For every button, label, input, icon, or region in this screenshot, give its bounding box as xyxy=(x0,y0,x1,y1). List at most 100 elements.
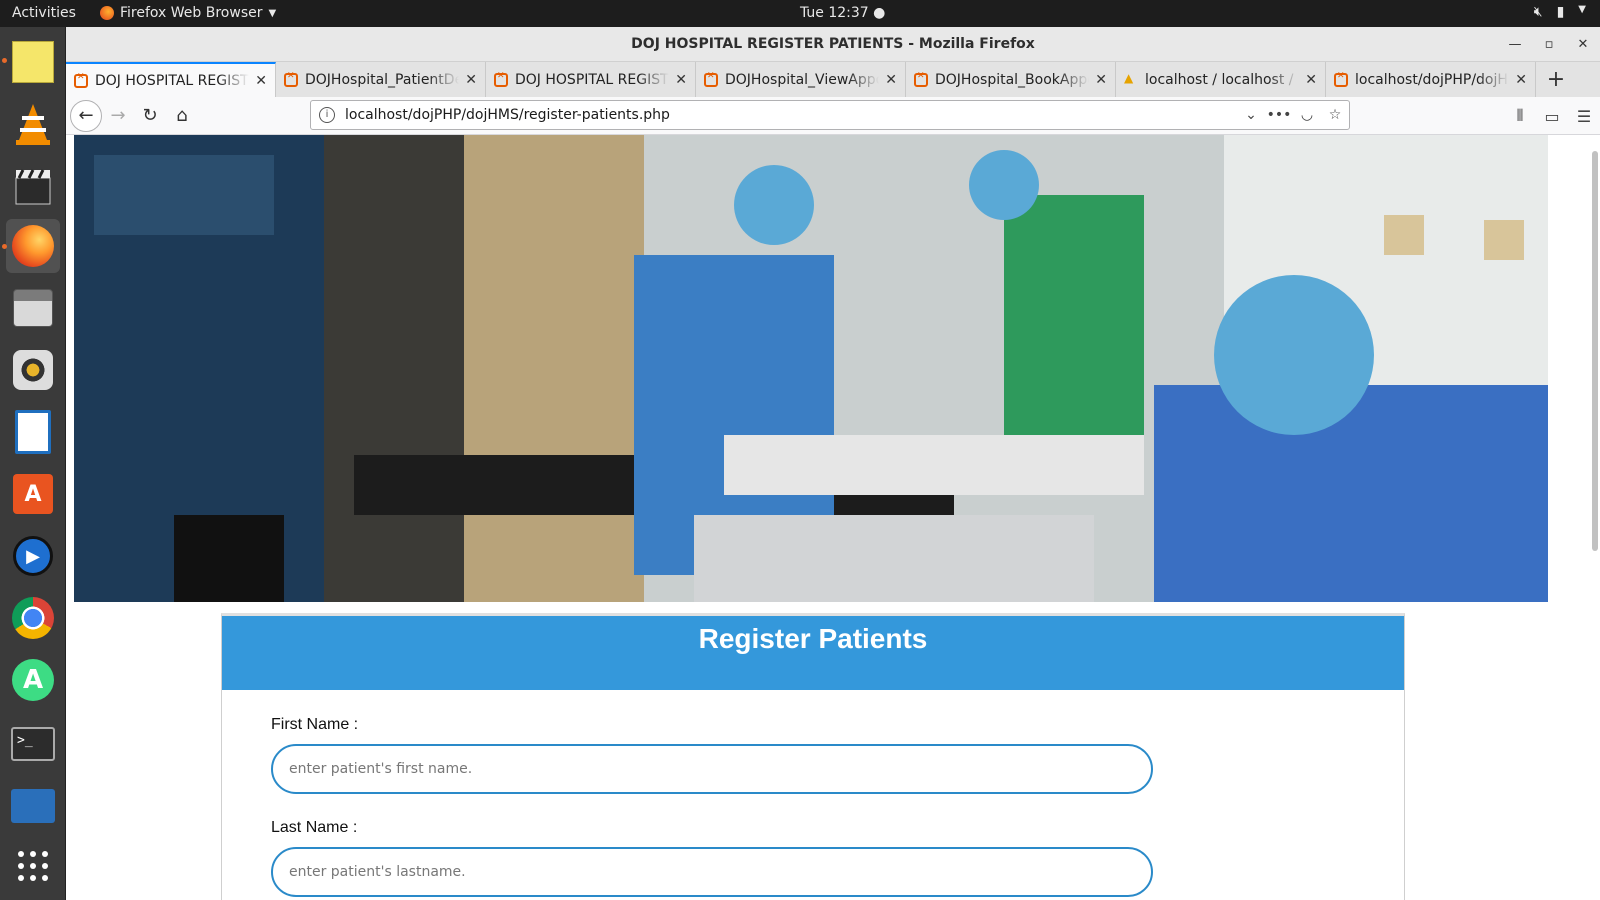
navigation-toolbar: ← → ↻ ⌂ i localhost/dojPHP/dojHMS/regist… xyxy=(66,97,1600,135)
xampp-icon xyxy=(494,71,508,87)
speaker-icon xyxy=(13,350,53,390)
close-tab-icon[interactable]: ✕ xyxy=(1095,72,1107,88)
dock-video-player[interactable]: ▶ xyxy=(6,529,60,583)
close-tab-icon[interactable]: ✕ xyxy=(885,72,897,88)
first-name-input[interactable] xyxy=(271,744,1153,794)
chrome-icon xyxy=(12,597,54,639)
page-actions-icon[interactable]: ••• xyxy=(1265,107,1293,123)
sticky-notes-icon xyxy=(12,41,54,83)
maximize-button[interactable]: ▫ xyxy=(1532,27,1566,62)
tab-label: localhost/dojPHP/dojHMS xyxy=(1355,71,1509,88)
close-window-button[interactable]: ✕ xyxy=(1566,27,1600,62)
dock-software-center[interactable]: A xyxy=(6,467,60,521)
running-indicator xyxy=(2,58,7,63)
system-monitor-icon xyxy=(11,789,55,823)
close-tab-icon[interactable]: ✕ xyxy=(465,72,477,88)
forward-button[interactable]: → xyxy=(102,100,134,132)
minimize-button[interactable]: — xyxy=(1498,27,1532,62)
dock-system-monitor[interactable] xyxy=(6,779,60,833)
tab-view-appointments[interactable]: DOJHospital_ViewAppointments ✕ xyxy=(696,62,906,97)
system-top-bar: Activities Firefox Web Browser ▼ Tue 12:… xyxy=(0,0,1600,27)
vlc-cone-icon xyxy=(16,104,50,145)
activities-button[interactable]: Activities xyxy=(12,5,76,21)
app-menu[interactable]: Firefox Web Browser ▼ xyxy=(100,5,276,21)
back-button[interactable]: ← xyxy=(70,99,102,132)
register-patients-form: Register Patients First Name : Last Name… xyxy=(221,613,1405,900)
tab-register-patients-2[interactable]: DOJ HOSPITAL REGISTER PATIENTS ✕ xyxy=(486,62,696,97)
sidebar-icon[interactable]: ▭ xyxy=(1536,100,1568,132)
form-title: Register Patients xyxy=(698,623,928,654)
application-dock: A ▶ A >_ xyxy=(0,27,66,900)
close-tab-icon[interactable]: ✕ xyxy=(1305,72,1317,88)
phpmyadmin-icon xyxy=(1124,71,1138,87)
firefox-window: DOJ HOSPITAL REGISTER PATIENTS - Mozilla… xyxy=(66,27,1600,900)
new-tab-button[interactable]: + xyxy=(1536,62,1576,97)
close-tab-icon[interactable]: ✕ xyxy=(675,72,687,88)
clock-text: Tue 12:37 xyxy=(800,5,869,21)
hero-image xyxy=(74,135,1548,602)
clock[interactable]: Tue 12:37 ● xyxy=(800,5,885,21)
dock-libreoffice-writer[interactable] xyxy=(6,405,60,459)
running-indicator xyxy=(2,244,7,249)
dock-vlc[interactable] xyxy=(6,97,60,151)
tab-label: DOJ HOSPITAL REGISTER PATIENTS xyxy=(515,71,669,88)
tab-label: DOJHospital_PatientDetails xyxy=(305,71,460,88)
xampp-icon xyxy=(1334,71,1348,87)
app-menu-label: Firefox Web Browser xyxy=(120,5,263,21)
system-tray[interactable]: 🔇︎ ▮ ▼ xyxy=(1534,4,1586,20)
dock-terminal[interactable]: >_ xyxy=(6,717,60,771)
xampp-icon xyxy=(74,72,88,88)
url-bar[interactable]: i localhost/dojPHP/dojHMS/register-patie… xyxy=(310,100,1350,130)
chevron-down-icon[interactable]: ⌄ xyxy=(1237,107,1265,123)
tab-book-appointment[interactable]: DOJHospital_BookAppointment ✕ xyxy=(906,62,1116,97)
tab-label: DOJHospital_BookAppointment xyxy=(935,71,1089,88)
caret-down-icon: ▼ xyxy=(268,7,277,19)
document-icon xyxy=(15,410,51,454)
window-controls: — ▫ ✕ xyxy=(1498,27,1600,62)
clapperboard-icon xyxy=(15,169,51,205)
home-icon: ⌂ xyxy=(176,105,188,126)
dock-rhythmbox[interactable] xyxy=(6,343,60,397)
page-content[interactable]: Register Patients First Name : Last Name… xyxy=(66,135,1600,900)
page-scrollbar[interactable] xyxy=(1592,151,1598,551)
firefox-icon xyxy=(100,6,114,20)
tab-dojhms[interactable]: localhost/dojPHP/dojHMS ✕ xyxy=(1326,62,1536,97)
home-button[interactable]: ⌂ xyxy=(166,100,198,132)
dock-android-studio[interactable]: A xyxy=(6,653,60,707)
dock-chrome[interactable] xyxy=(6,591,60,645)
reload-button[interactable]: ↻ xyxy=(134,100,166,132)
dock-notes[interactable] xyxy=(6,35,60,89)
form-header: Register Patients xyxy=(222,616,1404,690)
xampp-icon xyxy=(284,71,298,87)
last-name-input[interactable] xyxy=(271,847,1153,897)
tab-label: localhost / localhost / hms xyxy=(1145,71,1299,88)
operating-room-photo xyxy=(74,135,1548,602)
pocket-icon[interactable]: ◡ xyxy=(1293,107,1321,123)
battery-icon: ▮ xyxy=(1556,4,1565,20)
dock-files[interactable] xyxy=(6,281,60,335)
hamburger-menu-icon[interactable]: ☰ xyxy=(1568,100,1600,132)
caret-down-icon: ▼ xyxy=(1578,4,1586,15)
reload-icon: ↻ xyxy=(142,105,158,126)
url-text[interactable]: localhost/dojPHP/dojHMS/register-patient… xyxy=(345,107,1237,123)
arrow-left-icon: ← xyxy=(78,105,94,126)
dock-show-applications[interactable] xyxy=(6,839,60,893)
xampp-icon xyxy=(914,71,928,87)
close-tab-icon[interactable]: ✕ xyxy=(255,73,267,89)
bookmark-star-icon[interactable]: ☆ xyxy=(1321,107,1349,123)
plus-icon: + xyxy=(1546,67,1566,92)
library-icon[interactable]: ⫴ xyxy=(1504,100,1536,132)
last-name-label: Last Name : xyxy=(271,819,358,836)
site-info-icon[interactable]: i xyxy=(319,107,335,123)
dock-video-editor[interactable] xyxy=(6,159,60,213)
volume-muted-icon: 🔇︎ xyxy=(1533,4,1543,20)
firefox-icon xyxy=(12,225,54,267)
tab-patient-details[interactable]: DOJHospital_PatientDetails ✕ xyxy=(276,62,486,97)
tab-phpmyadmin[interactable]: localhost / localhost / hms ✕ xyxy=(1116,62,1326,97)
tab-register-patients[interactable]: DOJ HOSPITAL REGISTER PATIENTS ✕ xyxy=(66,62,276,97)
dock-firefox[interactable] xyxy=(6,219,60,273)
close-tab-icon[interactable]: ✕ xyxy=(1515,72,1527,88)
file-cabinet-icon xyxy=(13,289,53,327)
window-titlebar[interactable]: DOJ HOSPITAL REGISTER PATIENTS - Mozilla… xyxy=(66,27,1600,62)
android-studio-icon: A xyxy=(12,659,54,701)
